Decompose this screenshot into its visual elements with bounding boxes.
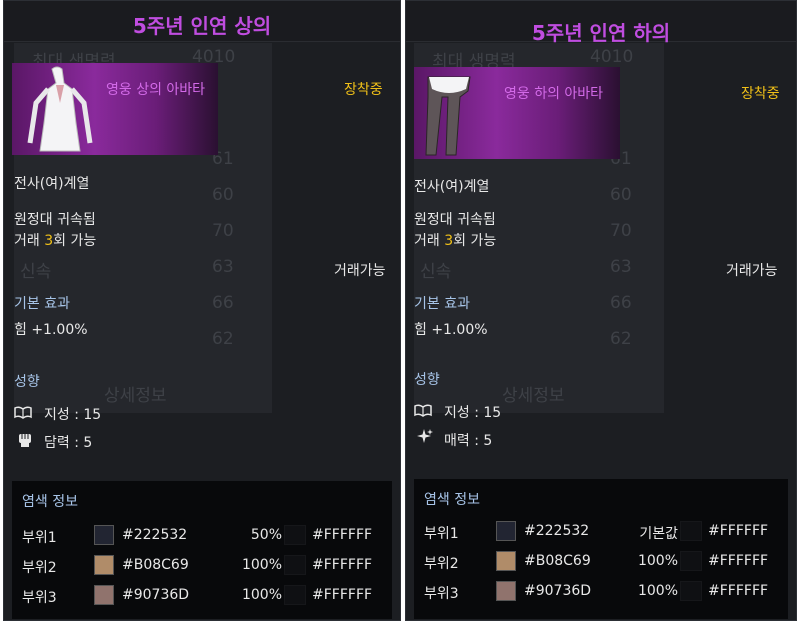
dye-value: 100% xyxy=(241,587,282,603)
title-bar: 5주년 인연 하의 xyxy=(406,1,796,45)
trade-count: 거래 3회 가능 xyxy=(14,233,97,249)
color-swatch xyxy=(284,555,306,575)
avatar-grade-label: 영웅 상의 아바타 xyxy=(106,82,206,98)
bodysuit-icon xyxy=(27,66,93,152)
book-icon xyxy=(414,404,432,417)
title-bar: 5주년 인연 상의 xyxy=(4,1,400,42)
dye-hex: #222532 xyxy=(524,523,590,539)
color-swatch xyxy=(496,551,516,571)
base-effect-header: 기본 효과 xyxy=(414,296,470,312)
base-effect-header: 기본 효과 xyxy=(14,296,70,312)
dye-value: 100% xyxy=(241,557,282,573)
ghost-text: 66 xyxy=(610,293,632,313)
dye-info-box: 염색 정보 부위1 #222532 기본값 #FFFFFF 부위2 #B08C6… xyxy=(414,479,788,619)
dye-hex-secondary: #FFFFFF xyxy=(708,583,769,599)
sparkle-icon xyxy=(417,429,433,443)
dye-value: 기본값 xyxy=(639,526,678,542)
dye-hex-secondary: #FFFFFF xyxy=(708,553,769,569)
dye-part: 부위2 xyxy=(424,556,459,572)
ghost-text: 62 xyxy=(610,329,632,349)
dye-hex-secondary: #FFFFFF xyxy=(312,527,373,543)
ghost-text: 63 xyxy=(212,257,234,277)
base-effect-value: 힘 +1.00% xyxy=(414,322,488,338)
item-title: 5주년 인연 상의 xyxy=(132,14,272,38)
class-requirement: 전사(여)계열 xyxy=(414,179,490,195)
color-swatch xyxy=(496,581,516,601)
ghost-text: 62 xyxy=(212,329,234,349)
ghost-text: 상세정보 xyxy=(502,386,565,406)
equipped-label: 장착중 xyxy=(741,86,780,102)
item-icon-bottom xyxy=(414,67,620,159)
book-icon xyxy=(14,406,32,419)
tradeable-label: 거래가능 xyxy=(334,263,386,279)
color-swatch xyxy=(680,581,702,601)
dye-part: 부위3 xyxy=(22,590,57,606)
color-swatch xyxy=(680,521,702,541)
ghost-text: 66 xyxy=(212,293,234,313)
ghost-text: 70 xyxy=(212,221,234,241)
dye-hex: #B08C69 xyxy=(524,553,591,569)
dye-row: 부위2 #B08C69 100% #FFFFFF xyxy=(12,553,392,579)
legwear-icon xyxy=(425,76,471,156)
avatar-grade-label: 영웅 하의 아바타 xyxy=(504,86,604,102)
dye-hex-secondary: #FFFFFF xyxy=(312,587,373,603)
dye-value: 50% xyxy=(250,527,282,543)
color-swatch xyxy=(94,555,114,575)
item-tooltip-right: 최대 생명력 4010 61 60 70 신속 63 66 62 상세정보 5주… xyxy=(405,0,797,621)
dye-hex: #90736D xyxy=(524,583,592,599)
dye-value: 100% xyxy=(637,583,678,599)
tendency-header: 성향 xyxy=(414,372,440,388)
tendency-header: 성향 xyxy=(14,374,40,390)
tendency-value: 담력 : 5 xyxy=(44,435,93,451)
color-swatch xyxy=(496,521,516,541)
base-effect-value: 힘 +1.00% xyxy=(14,322,88,338)
dye-part: 부위1 xyxy=(424,526,459,542)
dye-hex: #222532 xyxy=(122,527,188,543)
class-requirement: 전사(여)계열 xyxy=(14,176,90,192)
trade-count: 거래 3회 가능 xyxy=(414,233,497,249)
dye-row: 부위1 #222532 기본값 #FFFFFF xyxy=(414,519,788,545)
color-swatch xyxy=(94,525,114,545)
dye-info-header: 염색 정보 xyxy=(22,494,78,510)
bind-status: 원정대 귀속됨 xyxy=(14,212,96,228)
dye-row: 부위2 #B08C69 100% #FFFFFF xyxy=(414,549,788,575)
ghost-text: 63 xyxy=(610,257,632,277)
ghost-text: 70 xyxy=(610,221,632,241)
item-icon-top xyxy=(12,63,218,155)
color-swatch xyxy=(94,585,114,605)
item-tooltip-left: 최대 생명력 4010 61 60 70 신속 63 66 62 상세정보 5주… xyxy=(3,0,401,621)
dye-row: 부위3 #90736D 100% #FFFFFF xyxy=(414,579,788,605)
dye-part: 부위2 xyxy=(22,560,57,576)
ghost-text: 4010 xyxy=(590,47,634,67)
color-swatch xyxy=(284,525,306,545)
dye-row: 부위3 #90736D 100% #FFFFFF xyxy=(12,583,392,609)
dye-info-header: 염색 정보 xyxy=(424,492,480,508)
dye-part: 부위3 xyxy=(424,586,459,602)
dye-hex: #90736D xyxy=(122,587,190,603)
color-swatch xyxy=(284,585,306,605)
equipped-label: 장착중 xyxy=(344,82,383,98)
dye-value: 100% xyxy=(637,553,678,569)
dye-hex: #B08C69 xyxy=(122,557,189,573)
dye-hex-secondary: #FFFFFF xyxy=(708,523,769,539)
item-title: 5주년 인연 하의 xyxy=(531,21,671,45)
tradeable-label: 거래가능 xyxy=(726,263,778,279)
dye-hex-secondary: #FFFFFF xyxy=(312,557,373,573)
tendency-value: 지성 : 15 xyxy=(44,407,102,423)
color-swatch xyxy=(680,551,702,571)
tendency-value: 지성 : 15 xyxy=(444,405,502,421)
bind-status: 원정대 귀속됨 xyxy=(414,212,496,228)
dye-part: 부위1 xyxy=(22,530,57,546)
fist-icon xyxy=(19,434,31,447)
dye-row: 부위1 #222532 50% #FFFFFF xyxy=(12,523,392,549)
ghost-text: 60 xyxy=(212,185,234,205)
tendency-value: 매력 : 5 xyxy=(444,433,493,449)
ghost-text: 신속 xyxy=(420,262,452,282)
dye-info-box: 염색 정보 부위1 #222532 50% #FFFFFF 부위2 #B08C6… xyxy=(12,481,392,619)
ghost-text: 신속 xyxy=(20,262,52,282)
ghost-text: 상세정보 xyxy=(104,386,167,406)
ghost-text: 60 xyxy=(610,185,632,205)
